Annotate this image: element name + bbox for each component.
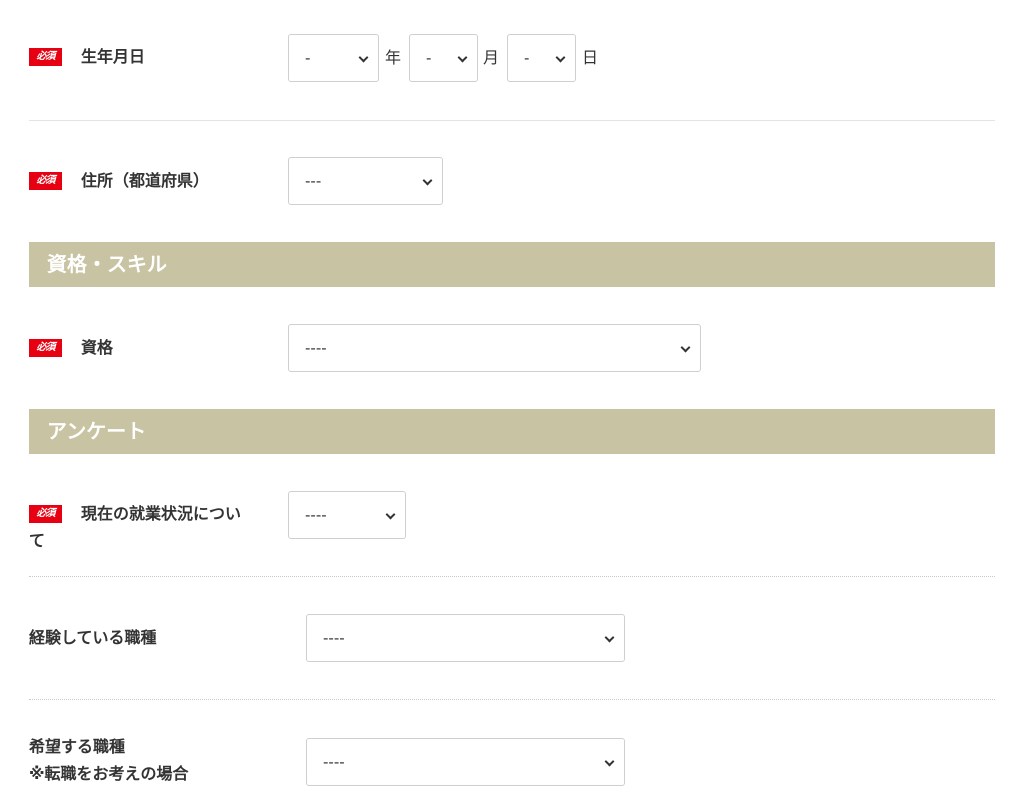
- birth-day-value: -: [524, 49, 530, 67]
- birthdate-label: 生年月日: [81, 47, 146, 66]
- section-header-survey: アンケート: [29, 409, 995, 454]
- day-unit-label: 日: [582, 48, 599, 67]
- qualification-label: 資格: [81, 338, 114, 357]
- desired-job-value: ----: [323, 753, 345, 771]
- birth-month-select[interactable]: -: [409, 34, 478, 82]
- employment-status-value: ----: [305, 506, 327, 524]
- birth-year-value: -: [305, 49, 311, 67]
- chevron-down-icon: [604, 632, 615, 643]
- chevron-down-icon: [358, 52, 369, 63]
- desired-job-label-line1: 希望する職種: [29, 737, 126, 756]
- experienced-job-select[interactable]: ----: [306, 614, 625, 662]
- qualification-value: ----: [305, 339, 327, 357]
- prefecture-value: ---: [305, 172, 322, 190]
- chevron-down-icon: [422, 175, 433, 186]
- row-divider: [29, 120, 995, 121]
- application-form: 必須 生年月日 - 年 - 月 - 日 必須 住所（都道府県） --- 資格・ス…: [0, 0, 1024, 811]
- required-badge: 必須: [29, 48, 62, 66]
- birth-year-select[interactable]: -: [288, 34, 379, 82]
- required-badge: 必須: [29, 339, 62, 357]
- experienced-job-label: 経験している職種: [29, 628, 157, 647]
- prefecture-select[interactable]: ---: [288, 157, 443, 205]
- month-unit-label: 月: [483, 48, 500, 67]
- employment-status-label-line2: て: [29, 531, 46, 550]
- qualification-select[interactable]: ----: [288, 324, 701, 372]
- desired-job-select[interactable]: ----: [306, 738, 625, 786]
- prefecture-label: 住所（都道府県）: [81, 171, 210, 190]
- birth-month-value: -: [426, 49, 432, 67]
- birth-day-select[interactable]: -: [507, 34, 576, 82]
- chevron-down-icon: [680, 342, 691, 353]
- section-title: 資格・スキル: [47, 252, 167, 276]
- chevron-down-icon: [457, 52, 468, 63]
- employment-status-label-line1: 現在の就業状況につい: [81, 504, 242, 523]
- chevron-down-icon: [385, 509, 396, 520]
- row-divider: [29, 699, 995, 700]
- row-divider: [29, 576, 995, 577]
- required-badge: 必須: [29, 172, 62, 190]
- desired-job-label-line2: ※転職をお考えの場合: [29, 764, 189, 783]
- employment-status-select[interactable]: ----: [288, 491, 406, 539]
- required-badge: 必須: [29, 505, 62, 523]
- section-header-skills: 資格・スキル: [29, 242, 995, 287]
- year-unit-label: 年: [385, 48, 402, 67]
- experienced-job-value: ----: [323, 629, 345, 647]
- chevron-down-icon: [604, 756, 615, 767]
- section-title: アンケート: [47, 419, 147, 443]
- chevron-down-icon: [555, 52, 566, 63]
